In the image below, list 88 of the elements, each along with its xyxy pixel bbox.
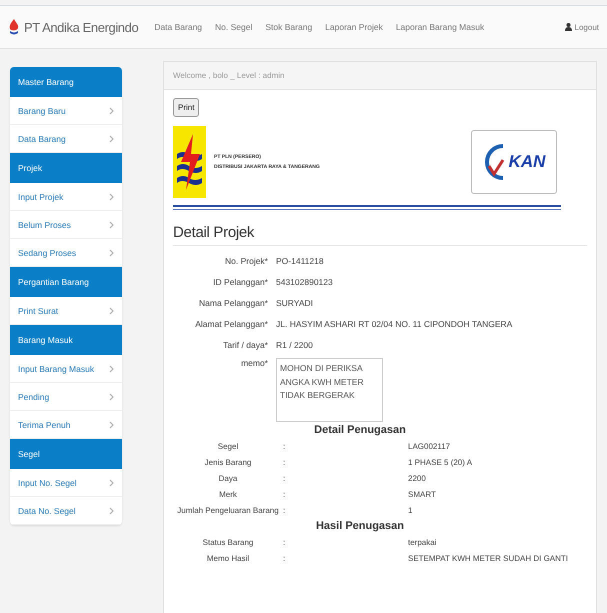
chevron-right-icon (109, 192, 114, 200)
sidebar-item[interactable]: Barang Baru (10, 97, 122, 125)
table-cell-text: Segel (216, 442, 240, 450)
table-cell-text: : (283, 538, 286, 546)
sidebar-section-header: Pergantian Barang (10, 267, 122, 297)
nav-link[interactable]: No. Segel (215, 22, 252, 32)
table-cell-text: : (283, 474, 286, 482)
sidebar-item-label: Input Barang Masuk (18, 364, 94, 374)
table-cell-text: : (283, 506, 286, 514)
page-heading: Detail Projek (173, 224, 587, 246)
sidebar-item-label: Input No. Segel (18, 478, 77, 488)
sidebar-item-label: Pending (18, 392, 50, 402)
sidebar-item[interactable]: Input Barang Masuk (10, 355, 122, 383)
sidebar-item[interactable]: Pending (10, 383, 122, 411)
table-cell-text: 1 (408, 506, 414, 514)
table-cell-text: Merk (218, 490, 238, 498)
field-value: SURYADI (276, 298, 314, 308)
field-value: JL. HASYIM ASHARI RT 02/04 NO. 11 CIPONDOH TANGERA (276, 318, 514, 328)
sidebar-item-label: Barang Baru (18, 106, 66, 116)
print-button[interactable]: Print (173, 98, 200, 117)
sidebar-item[interactable]: Terima Penuh (10, 411, 122, 439)
table-cell-text: : (283, 490, 286, 498)
badge-text: KAN (508, 152, 546, 172)
brand-link[interactable]: PT Andika Energindo (24, 20, 138, 34)
field-label: ID Pelanggan* (212, 276, 268, 286)
section-title: Hasil Penugasan (314, 520, 406, 532)
chevron-right-icon (109, 420, 114, 428)
check-logo-icon (482, 142, 505, 182)
sidebar-item-label: Data Barang (18, 134, 66, 144)
sidebar-item[interactable]: Input No. Segel (10, 469, 122, 497)
sidebar-item-label: Terima Penuh (18, 420, 70, 430)
flame-logo-icon (8, 19, 20, 35)
table-cell-text: terpakai (408, 538, 438, 546)
table-cell-text: 1 PHASE 5 (20) A (408, 458, 474, 466)
field-label: Tarif / daya* (222, 340, 268, 350)
nav-link[interactable]: Stok Barang (265, 22, 312, 32)
table-cell-text: LAG002117 (408, 442, 452, 450)
chevron-right-icon (109, 506, 114, 514)
user-icon (564, 23, 572, 31)
sidebar-item[interactable]: Input Projek (10, 183, 122, 211)
table-cell-text: SETEMPAT KWH METER SUDAH DI GANTI (408, 554, 570, 562)
sidebar-section-header: Segel (10, 439, 122, 469)
sidebar-item[interactable]: Belum Proses (10, 211, 122, 239)
welcome-bar: Welcome , bolo _ Level : admin (164, 62, 596, 90)
table-cell-text: Jenis Barang (204, 458, 252, 466)
field-label: memo* (240, 358, 268, 370)
sidebar-item[interactable]: Sedang Proses (10, 239, 122, 267)
table-cell-text: Memo Hasil (206, 554, 250, 562)
sidebar-item-label: Data No. Segel (18, 506, 76, 516)
logout-link[interactable]: Logout (564, 22, 599, 32)
chevron-right-icon (109, 306, 114, 314)
table-cell-text: : (283, 458, 286, 466)
table-cell-text: Daya (218, 474, 238, 482)
table-cell-text: Status Barang (202, 538, 254, 546)
chevron-right-icon (109, 478, 114, 486)
nav-link[interactable]: Laporan Barang Masuk (396, 22, 484, 32)
sidebar-item[interactable]: Data Barang (10, 125, 122, 153)
sidebar-item-label: Print Surat (18, 306, 58, 316)
sidebar-item-label: Input Projek (18, 192, 64, 202)
chevron-right-icon (109, 134, 114, 142)
table-cell-text: 2200 (408, 474, 427, 482)
nav-link[interactable]: Laporan Projek (325, 22, 383, 32)
nav-link[interactable]: Data Barang (154, 22, 202, 32)
lightning-logo-icon (173, 126, 206, 198)
sidebar-item-label: Sedang Proses (18, 248, 76, 258)
field-label: Alamat Pelanggan* (194, 318, 268, 328)
field-label: No. Projek* (224, 256, 268, 266)
chevron-right-icon (109, 392, 114, 400)
chevron-right-icon (109, 106, 114, 114)
memo-field[interactable]: MOHON DI PERIKSA ANGKA KWH METER TIDAK BERGERAK (276, 358, 383, 422)
sidebar-item[interactable]: Data No. Segel (10, 497, 122, 525)
sidebar-section-header: Projek (10, 153, 122, 183)
field-value: R1 / 2200 (276, 340, 314, 350)
table-cell-text: : (283, 442, 286, 450)
sidebar-item[interactable]: Print Surat (10, 297, 122, 325)
table-cell-text: Jumlah Pengeluaran Barang (176, 506, 280, 514)
sidebar-item-label: Belum Proses (18, 220, 71, 230)
field-label: Nama Pelanggan* (198, 298, 268, 308)
table-cell-text: : (283, 554, 286, 562)
sidebar-section-header: Master Barang (10, 67, 122, 97)
sidebar-section-header: Barang Masuk (10, 325, 122, 355)
table-cell-text: SMART (408, 490, 437, 498)
chevron-right-icon (109, 248, 114, 256)
field-value: 543102890123 (276, 276, 334, 286)
chevron-right-icon (109, 220, 114, 228)
section-title: Detail Penugasan (313, 424, 407, 436)
chevron-right-icon (109, 364, 114, 372)
field-value: PO-1411218 (276, 256, 325, 266)
